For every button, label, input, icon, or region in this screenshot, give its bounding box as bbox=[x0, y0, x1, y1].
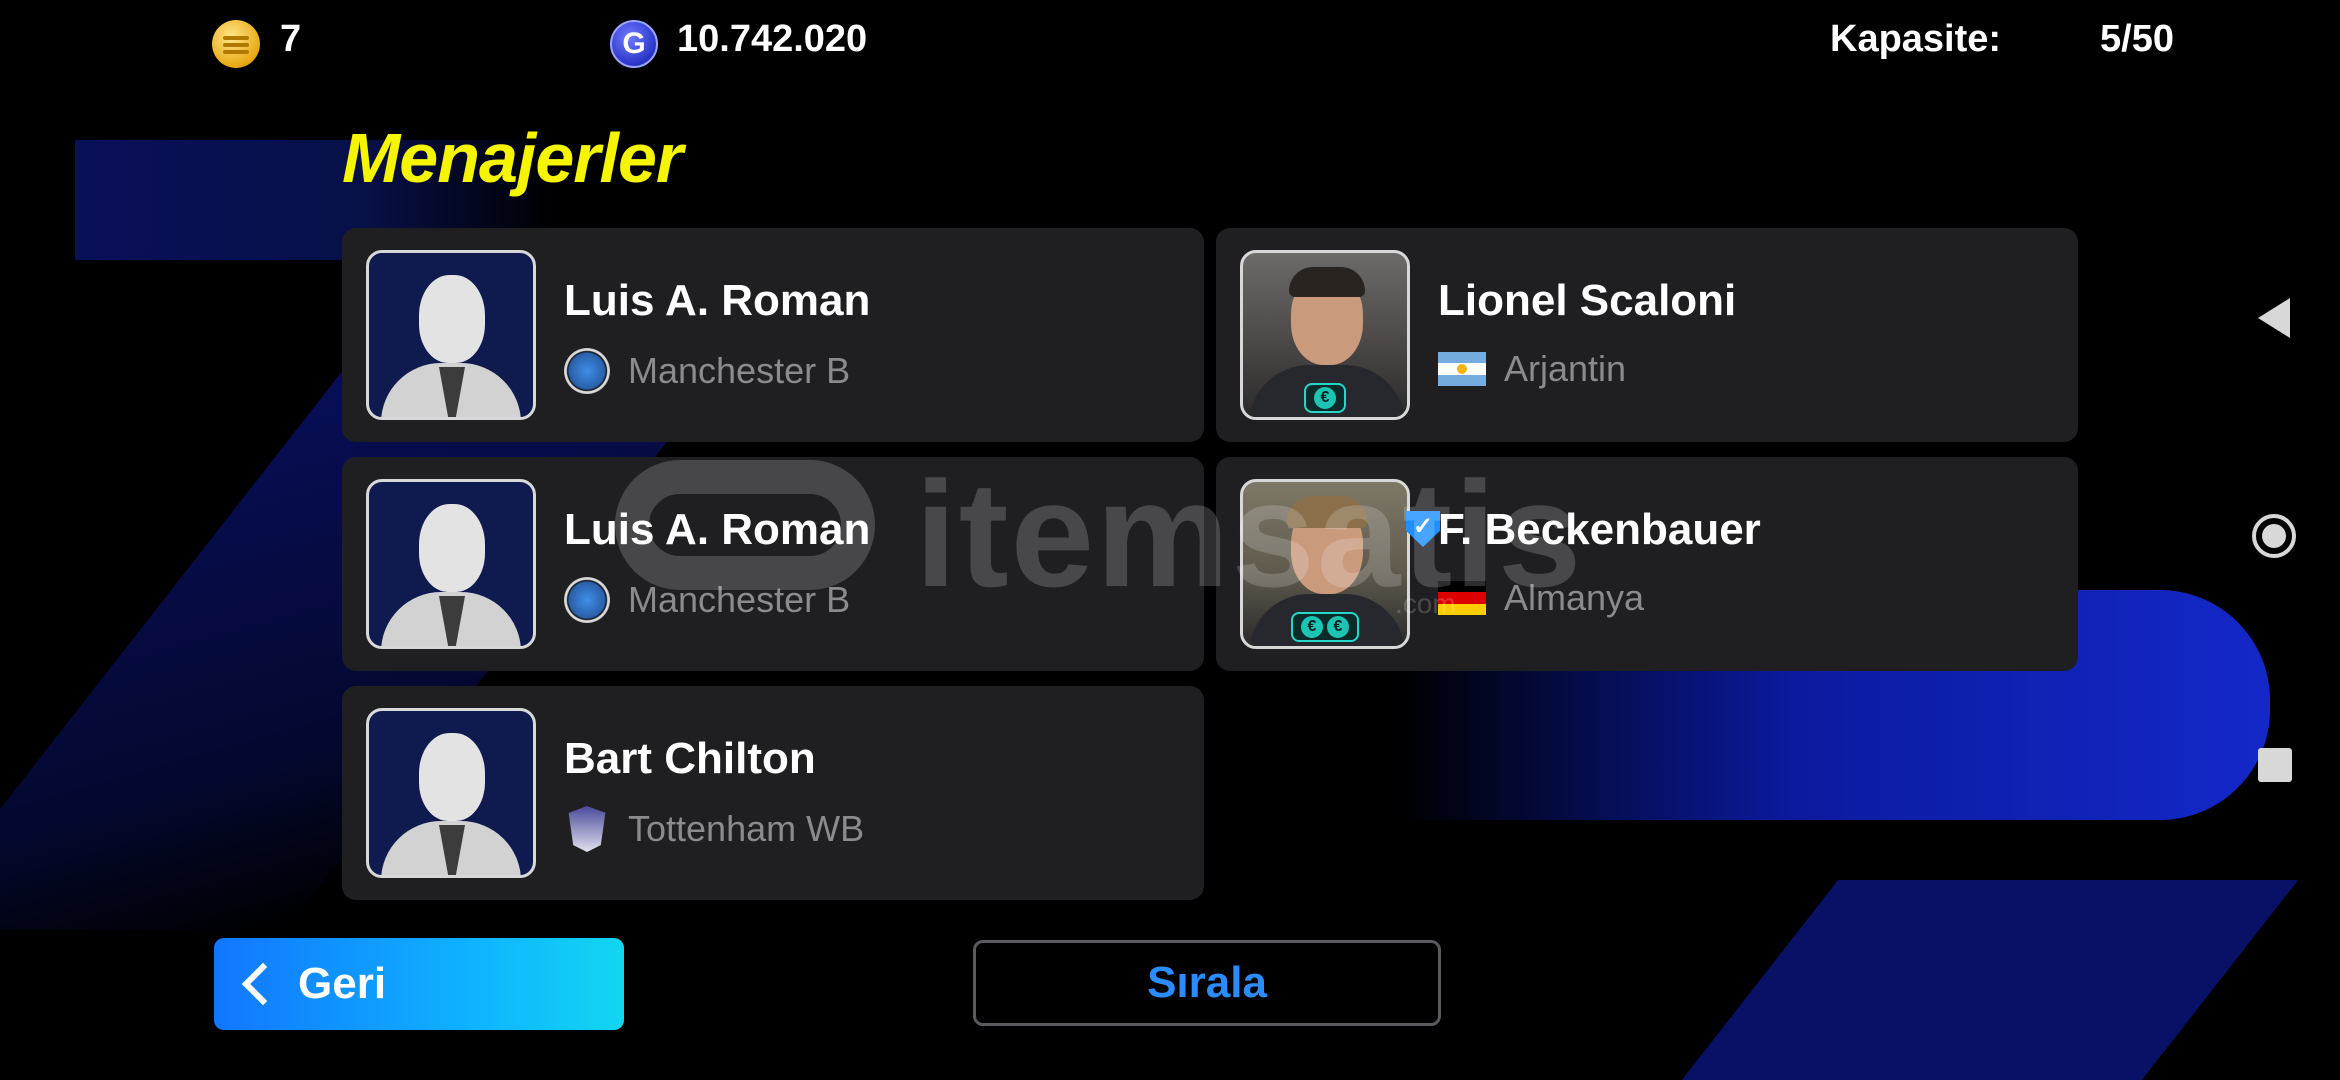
club-badge-icon bbox=[564, 348, 610, 394]
manager-avatar bbox=[366, 708, 536, 878]
efootball-coin-icon bbox=[212, 20, 260, 68]
gp-value: 10.742.020 bbox=[677, 18, 868, 60]
page-title: Menajerler bbox=[342, 119, 683, 197]
club-badge-icon bbox=[564, 577, 610, 623]
manager-team: Manchester B bbox=[628, 350, 851, 391]
back-button-label: Geri bbox=[298, 959, 387, 1008]
manager-name: Luis A. Roman bbox=[564, 276, 871, 325]
nav-home-circle-icon[interactable] bbox=[2252, 514, 2296, 558]
manager-name: Luis A. Roman bbox=[564, 505, 871, 554]
manager-team: Arjantin bbox=[1504, 348, 1627, 389]
manager-card[interactable]: € Lionel Scaloni Arjantin bbox=[1216, 228, 2078, 442]
manager-photo: € bbox=[1240, 250, 1410, 420]
back-button[interactable]: Geri bbox=[214, 938, 624, 1030]
chevron-left-icon bbox=[241, 962, 285, 1006]
manager-list: Luis A. Roman Manchester B € Lionel Scal… bbox=[342, 228, 2078, 900]
capacity-value: 5/50 bbox=[2100, 18, 2174, 60]
manager-avatar bbox=[366, 479, 536, 649]
manager-name-text: F. Beckenbauer bbox=[1438, 505, 1761, 554]
rarity-badge-icon: € € bbox=[1291, 612, 1359, 642]
nav-recent-square-icon[interactable] bbox=[2258, 748, 2292, 782]
argentina-flag-icon bbox=[1438, 352, 1486, 386]
system-navigation-bar bbox=[2240, 0, 2340, 1080]
manager-name: Bart Chilton bbox=[564, 734, 816, 783]
manager-avatar bbox=[366, 250, 536, 420]
sort-button[interactable]: Sırala bbox=[973, 940, 1441, 1026]
manager-team: Tottenham WB bbox=[628, 808, 865, 849]
manager-team: Manchester B bbox=[628, 579, 851, 620]
rarity-badge-icon: € bbox=[1304, 383, 1346, 413]
manager-photo: € € bbox=[1240, 479, 1410, 649]
capacity-label: Kapasite: bbox=[1830, 18, 2002, 60]
manager-card[interactable]: Bart Chilton Tottenham WB bbox=[342, 686, 1204, 900]
top-bar: 7 G 10.742.020 Kapasite: 5/50 bbox=[0, 0, 2340, 85]
manager-name: Lionel Scaloni bbox=[1438, 276, 1737, 325]
verified-shield-icon: ✓ bbox=[1406, 511, 1440, 547]
manager-name: ✓ F. Beckenbauer bbox=[1406, 505, 1761, 555]
coins-value: 7 bbox=[280, 18, 302, 60]
germany-flag-icon bbox=[1438, 581, 1486, 615]
manager-team: Almanya bbox=[1504, 577, 1645, 618]
manager-card[interactable]: Luis A. Roman Manchester B bbox=[342, 457, 1204, 671]
manager-card[interactable]: € € ✓ F. Beckenbauer Almanya bbox=[1216, 457, 2078, 671]
background-shape bbox=[1681, 880, 2299, 1080]
club-crest-icon bbox=[568, 806, 606, 852]
sort-button-label: Sırala bbox=[1147, 958, 1267, 1007]
nav-back-triangle-icon[interactable] bbox=[2258, 298, 2290, 338]
gp-coin-icon: G bbox=[610, 20, 658, 68]
manager-card[interactable]: Luis A. Roman Manchester B bbox=[342, 228, 1204, 442]
